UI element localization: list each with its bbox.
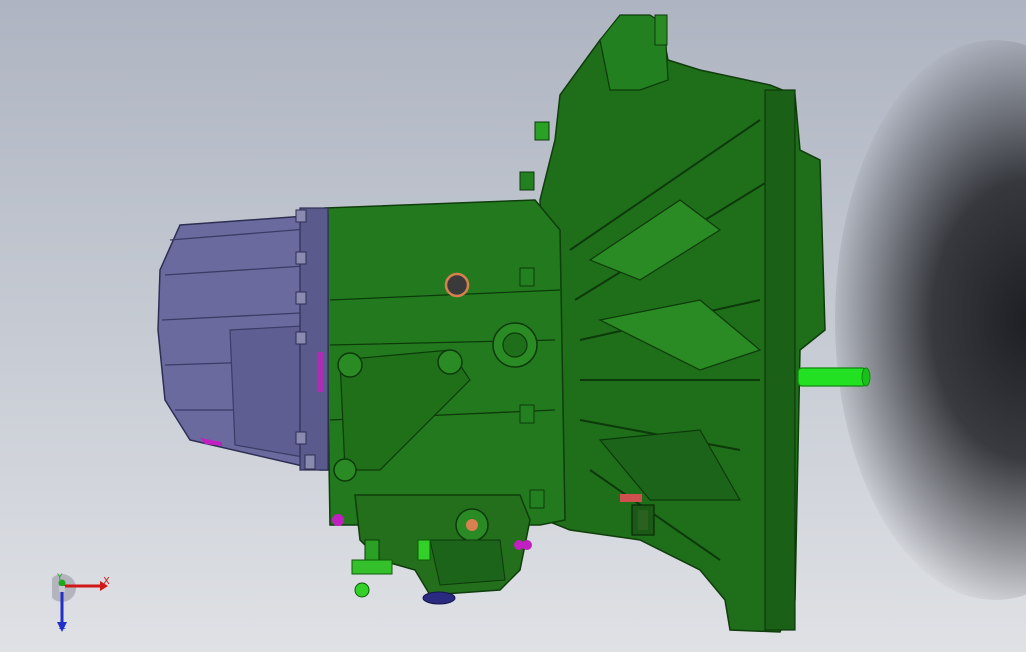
axis-x-label: X	[103, 576, 110, 587]
axis-y-label: Y	[57, 573, 63, 583]
cad-graphics-viewport[interactable]: X Y Z	[0, 0, 1026, 652]
output-shaft[interactable]	[797, 367, 871, 387]
end-cover[interactable]	[157, 207, 329, 471]
transmission-housing[interactable]	[324, 14, 826, 633]
gearbox-model[interactable]	[0, 0, 1026, 652]
axis-z-label: Z	[59, 621, 66, 632]
